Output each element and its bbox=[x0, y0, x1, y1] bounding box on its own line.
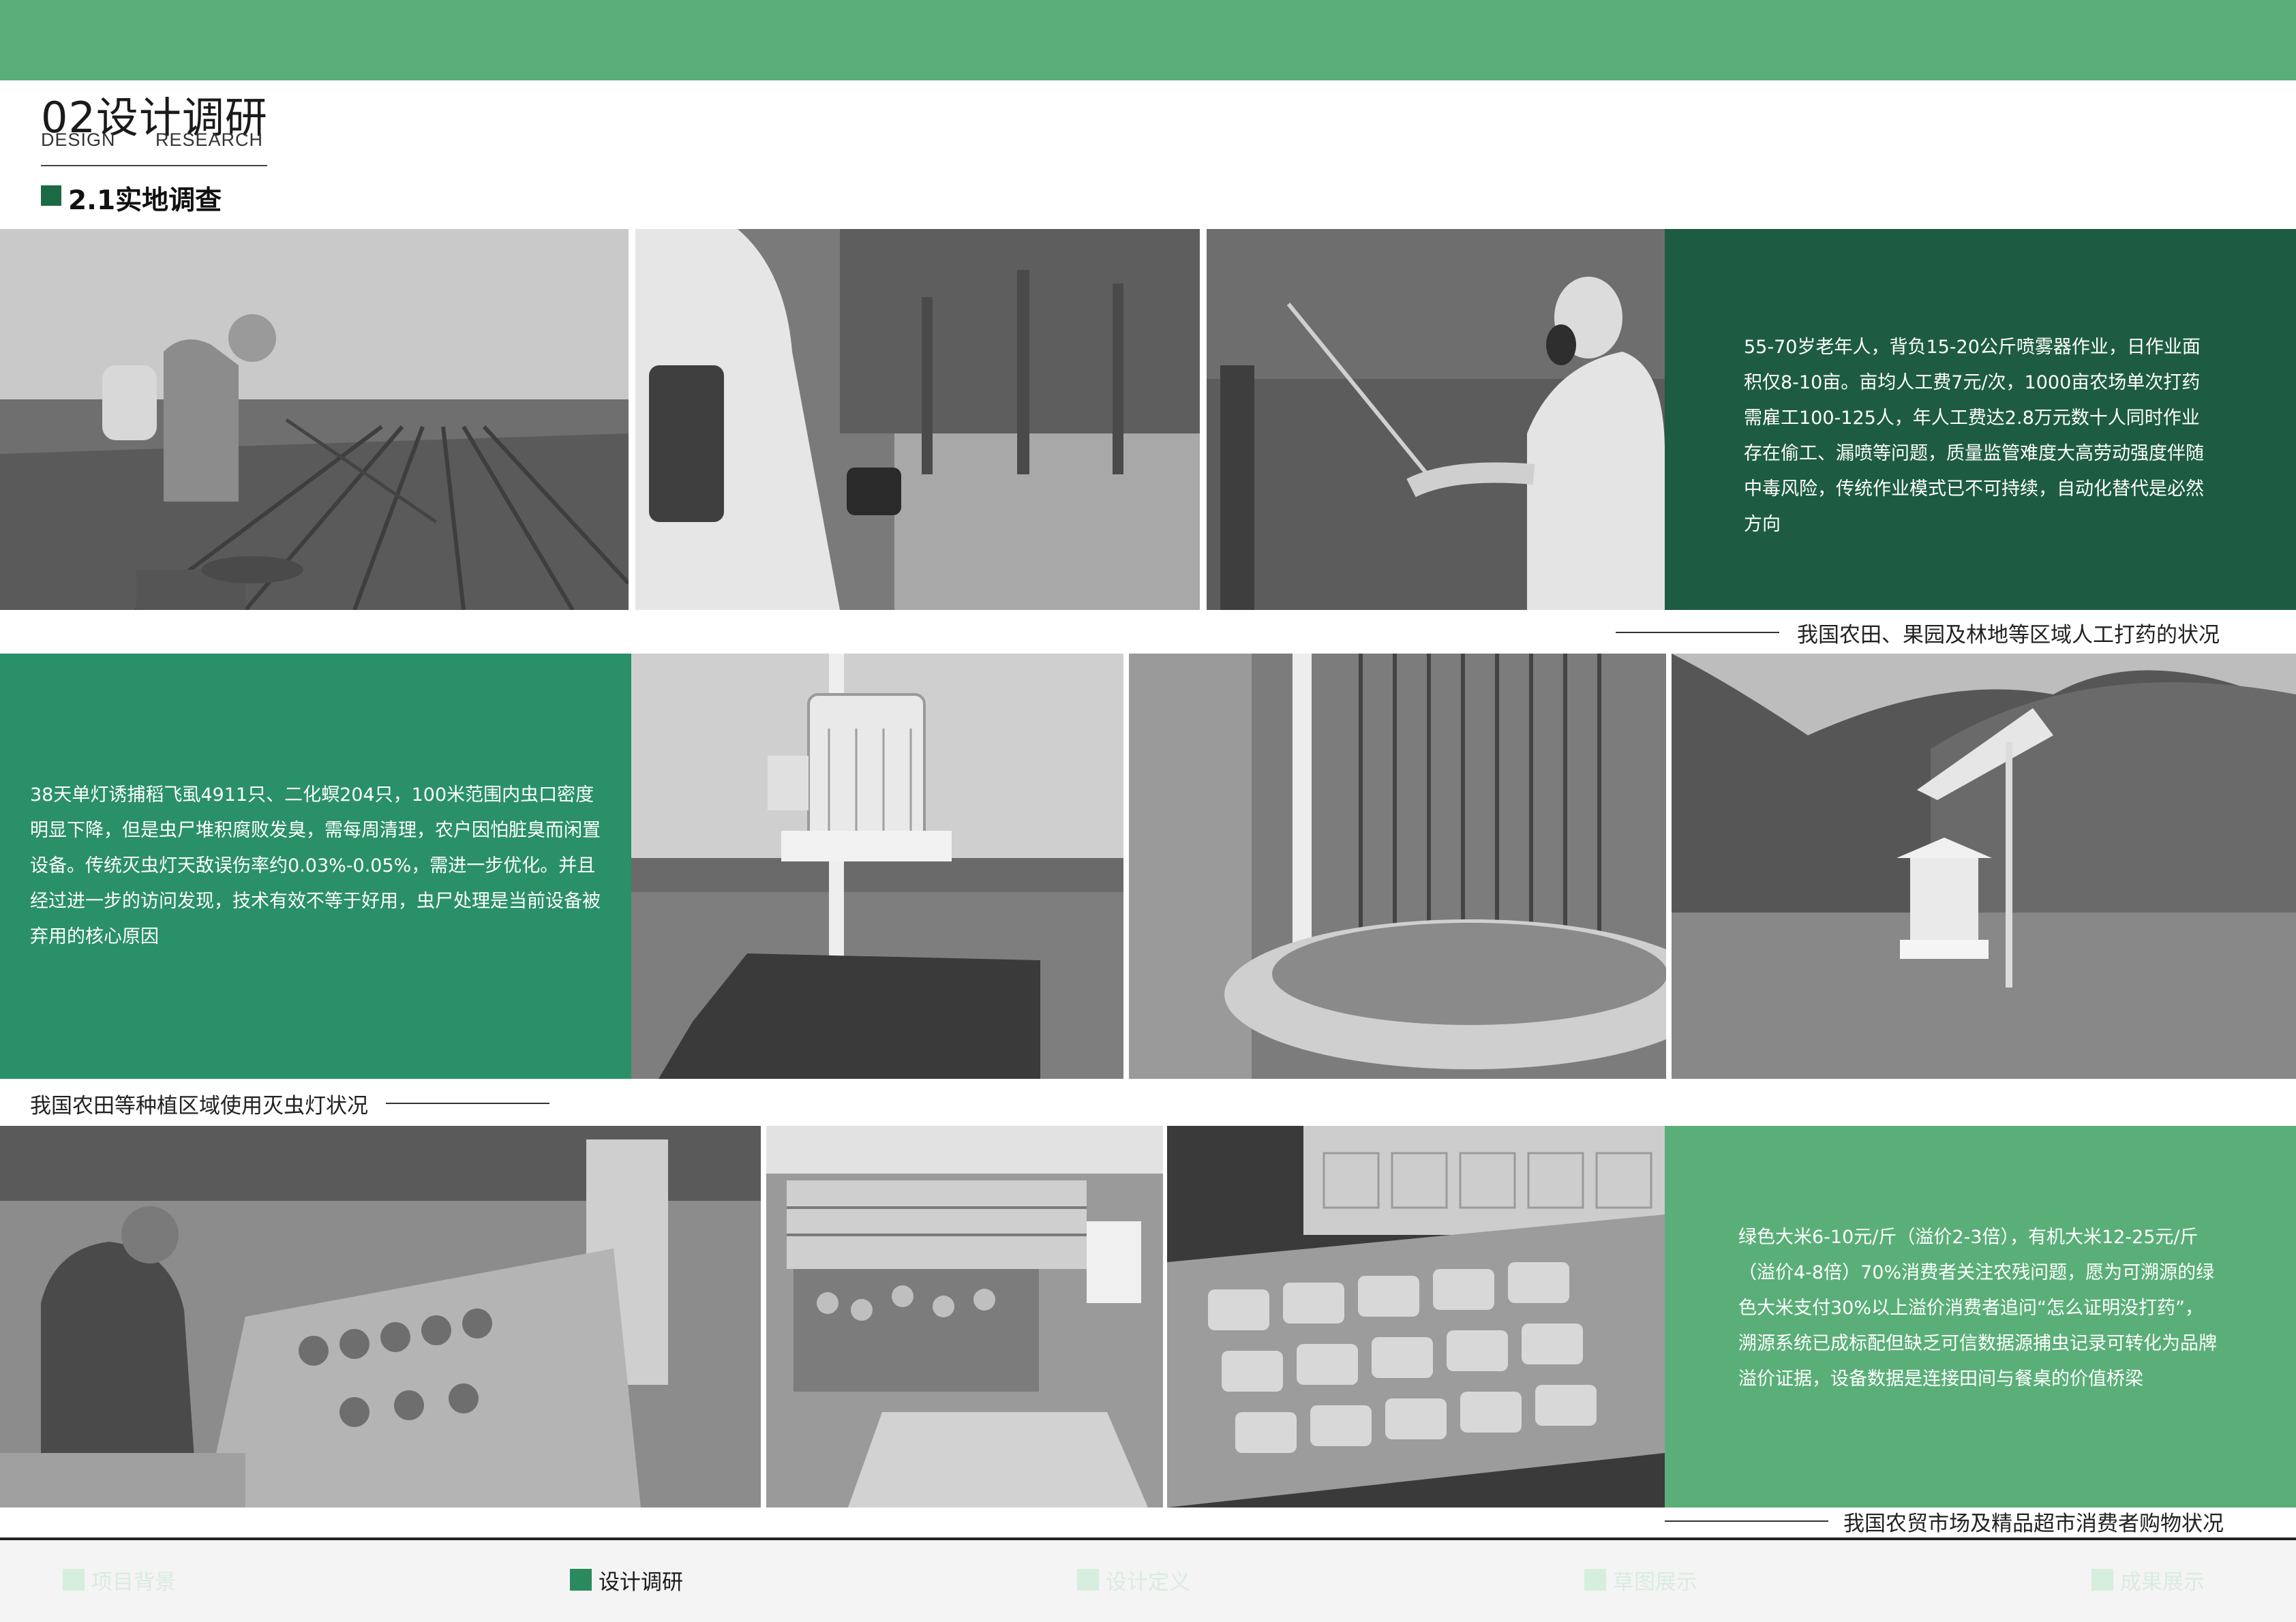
nav-item-sketch-showcase[interactable]: 草图展示 bbox=[1584, 1566, 1697, 1595]
nav-marker-icon bbox=[570, 1569, 592, 1591]
protective-suit-spraying-photo bbox=[1207, 229, 1665, 610]
insect-lamp-summary-panel: 38天单灯诱捕稻飞虱4911只、二化螟204只，100米范围内虫口密度明显下降，… bbox=[0, 654, 631, 1079]
manual-spraying-summary-text: 55-70岁老年人，背负15-20公斤喷雾器作业，日作业面积仅8-10亩。亩均人… bbox=[1744, 337, 2204, 535]
nav-item-results-showcase[interactable]: 成果展示 bbox=[2091, 1566, 2205, 1595]
nav-marker-icon bbox=[1077, 1569, 1099, 1591]
caption-rule bbox=[1616, 632, 1779, 633]
top-banner bbox=[0, 0, 2296, 80]
section-marker-icon bbox=[41, 185, 61, 206]
section-heading: 2.1实地调查 bbox=[68, 185, 222, 216]
consumer-market-summary-panel: 绿色大米6-10元/斤（溢价2-3倍），有机大米12-25元/斤（溢价4-8倍）… bbox=[1665, 1126, 2296, 1508]
manual-spraying-summary-panel: 55-70岁老年人，背负15-20公斤喷雾器作业，日作业面积仅8-10亩。亩均人… bbox=[1665, 229, 2296, 610]
nav-marker-icon bbox=[63, 1569, 85, 1591]
caption-rule bbox=[1665, 1520, 1828, 1522]
nav-label: 设计定义 bbox=[1106, 1570, 1190, 1595]
insect-lamp-closeup-photo bbox=[1129, 654, 1666, 1079]
nav-item-project-background[interactable]: 项目背景 bbox=[63, 1566, 176, 1595]
page-subtitle-research: RESEARCH bbox=[155, 129, 264, 150]
packaged-fruit-shelf-photo bbox=[1167, 1126, 1665, 1508]
nav-marker-icon bbox=[2091, 1569, 2113, 1591]
nav-marker-icon bbox=[1584, 1569, 1606, 1591]
nav-label: 草图展示 bbox=[1613, 1570, 1697, 1595]
title-divider bbox=[41, 165, 267, 166]
caption-rule bbox=[386, 1103, 549, 1104]
nav-label: 设计调研 bbox=[599, 1570, 683, 1595]
solar-insect-lamp-photo bbox=[1672, 654, 2296, 1079]
page-subtitle-design: DESIGN bbox=[41, 129, 116, 150]
nav-item-design-research[interactable]: 设计调研 bbox=[570, 1566, 683, 1595]
nav-label: 成果展示 bbox=[2120, 1570, 2205, 1595]
supermarket-produce-photo bbox=[766, 1126, 1163, 1508]
insect-lamp-summary-text: 38天单灯诱捕稻飞虱4911只、二化螟204只，100米范围内虫口密度明显下降，… bbox=[30, 784, 601, 947]
farmer-spraying-field-photo bbox=[0, 229, 629, 610]
consumer-market-summary-text: 绿色大米6-10元/斤（溢价2-3倍），有机大米12-25元/斤（溢价4-8倍）… bbox=[1738, 1227, 2217, 1390]
consumer-market-caption: 我国农贸市场及精品超市消费者购物状况 bbox=[1843, 1512, 2224, 1536]
farmers-market-photo bbox=[0, 1126, 761, 1508]
nav-item-design-definition[interactable]: 设计定义 bbox=[1077, 1566, 1190, 1595]
insect-lamp-caption: 我国农田等种植区域使用灭虫灯状况 bbox=[30, 1094, 368, 1118]
worker-spraying-orchard-photo bbox=[635, 229, 1200, 610]
insect-lamp-field-photo bbox=[631, 654, 1123, 1079]
manual-spraying-caption: 我国农田、果园及林地等区域人工打药的状况 bbox=[1797, 623, 2220, 647]
nav-label: 项目背景 bbox=[91, 1570, 176, 1595]
